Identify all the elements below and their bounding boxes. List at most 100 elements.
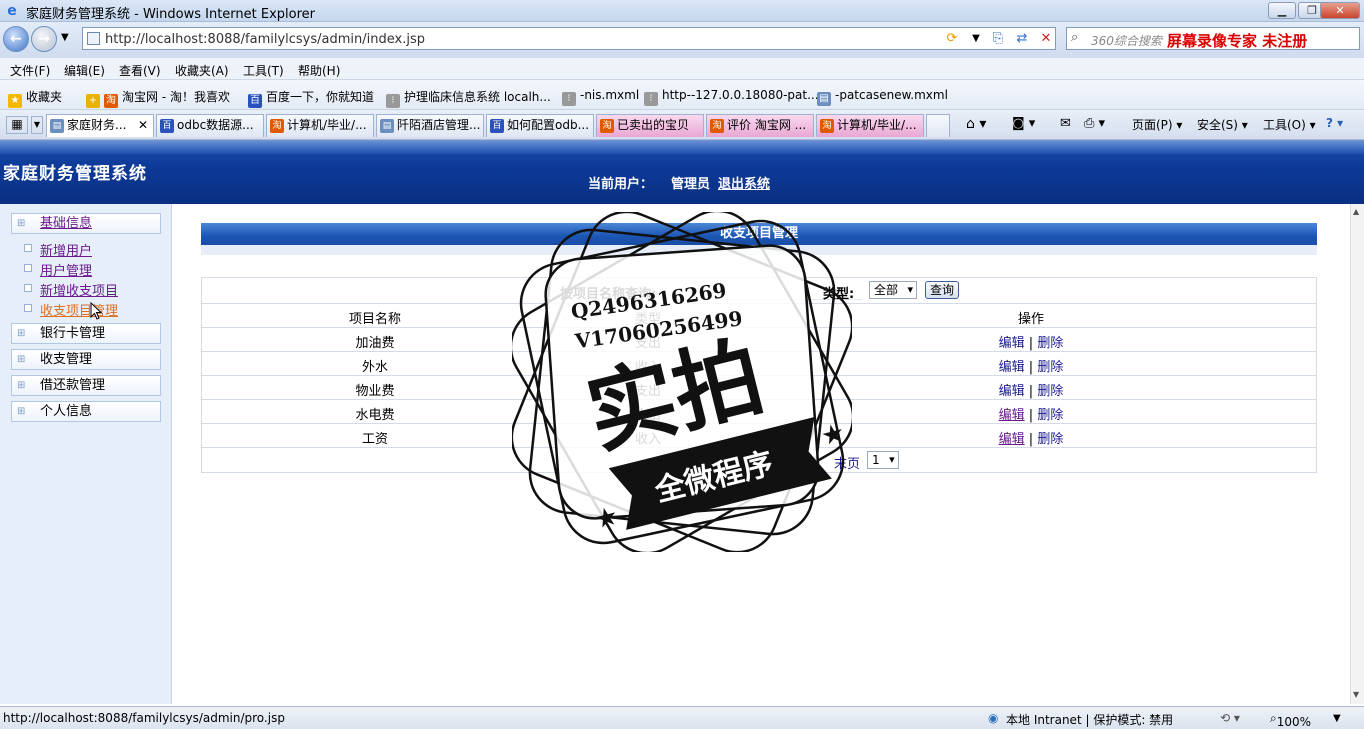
page-select[interactable]: 1 bbox=[867, 451, 899, 469]
help-icon[interactable]: ? ▾ bbox=[1326, 116, 1343, 130]
vertical-scrollbar[interactable]: ▲ ▼ bbox=[1350, 204, 1364, 704]
logout-link[interactable]: 退出系统 bbox=[718, 173, 770, 192]
tab-review[interactable]: 淘评价 淘宝网 ... bbox=[706, 114, 814, 137]
scroll-up-icon[interactable]: ▲ bbox=[1353, 207, 1359, 216]
tab-list-dropdown-icon[interactable]: ▼ bbox=[31, 116, 43, 134]
sidebar-item-add-project[interactable]: 新增收支项目 bbox=[24, 280, 118, 299]
favorites-button[interactable]: ★ 收藏夹 bbox=[8, 88, 62, 108]
tab-computer[interactable]: 淘计算机/毕业/... bbox=[266, 114, 374, 137]
minimize-button[interactable]: ▁ bbox=[1268, 2, 1296, 19]
status-bar: http://localhost:8088/familylcsys/admin/… bbox=[0, 706, 1364, 729]
query-button[interactable]: 查询 bbox=[925, 281, 960, 299]
project-table: 按项目名称查询: 类型: 全部 查询 项目名称 类型 操作 加油费 支出 编辑 … bbox=[201, 277, 1317, 473]
stop-icon[interactable]: ✕ bbox=[1037, 30, 1055, 48]
action-separator: | bbox=[1028, 336, 1034, 351]
safety-menu[interactable]: 安全(S) ▾ bbox=[1197, 116, 1248, 133]
tree-leaf-icon bbox=[24, 304, 32, 312]
menu-tools[interactable]: 工具(T) bbox=[243, 62, 284, 79]
search-placeholder: 360综合搜索 bbox=[1091, 34, 1162, 48]
close-window-button[interactable]: ✕ bbox=[1320, 2, 1360, 19]
new-tab-button[interactable] bbox=[926, 114, 950, 137]
menu-edit[interactable]: 编辑(E) bbox=[64, 62, 105, 79]
tab-hotel[interactable]: ▤ 阡陌酒店管理... bbox=[376, 114, 484, 137]
menu-view[interactable]: 查看(V) bbox=[119, 62, 161, 79]
history-dropdown-icon[interactable]: ▼ bbox=[61, 32, 69, 43]
sidebar-group-personal[interactable]: ⊞ 个人信息 bbox=[11, 401, 161, 422]
menu-file[interactable]: 文件(F) bbox=[10, 62, 50, 79]
address-dropdown-icon[interactable]: ▼ bbox=[967, 30, 985, 48]
sidebar-item-add-user[interactable]: 新增用户 bbox=[24, 240, 92, 259]
rss-icon[interactable]: ⎘ bbox=[989, 30, 1007, 48]
forward-button[interactable]: → bbox=[31, 26, 57, 52]
zoom-dropdown-icon[interactable]: ▼ bbox=[1333, 713, 1341, 724]
back-button[interactable]: ← bbox=[3, 26, 29, 52]
search-box[interactable]: ⌕ 360综合搜索 屏幕录像专家 未注册 bbox=[1066, 27, 1360, 50]
fav-item-nursing[interactable]: ⁝ 护理临床信息系统 localh... bbox=[386, 88, 551, 108]
table-header-row: 项目名称 类型 操作 bbox=[202, 304, 1316, 328]
close-tab-icon[interactable]: ✕ bbox=[138, 115, 148, 136]
delete-link[interactable]: 删除 bbox=[1037, 432, 1063, 447]
column-header-actions: 操作 bbox=[1017, 312, 1044, 327]
cell-actions: 编辑 | 删除 bbox=[748, 428, 1314, 447]
menu-help[interactable]: 帮助(H) bbox=[298, 62, 340, 79]
edit-link[interactable]: 编辑 bbox=[999, 384, 1025, 399]
fav-item-http[interactable]: ⁝ http--127.0.0.18080-pat... bbox=[644, 88, 819, 106]
search-label: 按项目名称查询: bbox=[560, 287, 657, 302]
delete-link[interactable]: 删除 bbox=[1037, 408, 1063, 423]
table-row: 物业费 支出 编辑 | 删除 bbox=[202, 376, 1316, 400]
address-toolbar: ← → ▼ http://localhost:8088/familylcsys/… bbox=[0, 22, 1364, 58]
sidebar bbox=[0, 204, 172, 704]
compat-icon[interactable]: ⟳ bbox=[943, 30, 961, 48]
taobao-icon: 淘 bbox=[820, 119, 834, 133]
home-icon[interactable]: ⌂ ▾ bbox=[966, 116, 986, 132]
scroll-down-icon[interactable]: ▼ bbox=[1353, 690, 1359, 699]
sidebar-group-bank-card[interactable]: ⊞ 银行卡管理 bbox=[11, 323, 161, 344]
sidebar-item-user-manage[interactable]: 用户管理 bbox=[24, 260, 92, 279]
current-user-name: 管理员 bbox=[671, 177, 711, 192]
address-bar[interactable]: http://localhost:8088/familylcsys/admin/… bbox=[82, 27, 1056, 50]
fav-item-baidu[interactable]: 百百度一下，你就知道 bbox=[248, 88, 374, 108]
mouse-cursor-icon bbox=[90, 302, 103, 320]
delete-link[interactable]: 删除 bbox=[1037, 336, 1063, 351]
mail-icon[interactable]: ✉ bbox=[1060, 116, 1071, 131]
quick-tabs-icon[interactable]: ▦ bbox=[6, 116, 28, 134]
tab-sold[interactable]: 淘已卖出的宝贝 bbox=[596, 114, 704, 137]
refresh-icon[interactable]: ⇄ bbox=[1013, 30, 1031, 48]
tree-node-icon: ⊞ bbox=[17, 328, 26, 339]
tree-node-icon: ⊞ bbox=[17, 218, 26, 229]
feeds-icon[interactable]: ◙ ▾ bbox=[1012, 116, 1035, 131]
delete-link[interactable]: 删除 bbox=[1037, 384, 1063, 399]
fav-item-taobao[interactable]: + 淘淘宝网 - 淘！我喜欢 bbox=[86, 88, 230, 108]
protected-mode-icon[interactable]: ⟲ ▾ bbox=[1220, 711, 1240, 725]
fav-item-patcase[interactable]: ▤ -patcasenew.mxml bbox=[817, 88, 948, 106]
edit-link[interactable]: 编辑 bbox=[999, 408, 1025, 423]
print-icon[interactable]: ⎙ ▾ bbox=[1084, 116, 1105, 131]
tab-odbc[interactable]: 百 odbc数据源... bbox=[156, 114, 264, 137]
tab-odbc-config[interactable]: 百如何配置odb... bbox=[486, 114, 594, 137]
edit-link[interactable]: 编辑 bbox=[999, 336, 1025, 351]
type-select[interactable]: 全部 bbox=[869, 281, 918, 299]
fav-item-nis[interactable]: ⁝ -nis.mxml bbox=[562, 88, 639, 106]
pager-row: 下页 末页 1 bbox=[202, 448, 1316, 472]
tab-computer-2[interactable]: 淘计算机/毕业/... bbox=[816, 114, 924, 137]
edit-link[interactable]: 编辑 bbox=[999, 432, 1025, 447]
delete-link[interactable]: 删除 bbox=[1037, 360, 1063, 375]
last-page-link[interactable]: 末页 bbox=[834, 453, 860, 472]
sidebar-group-loans[interactable]: ⊞ 借还款管理 bbox=[11, 375, 161, 396]
zoom-level[interactable]: ⌕ 100% bbox=[1270, 711, 1311, 729]
tab-current[interactable]: ▤ 家庭财务... ✕ bbox=[46, 114, 154, 137]
tools-menu[interactable]: 工具(O) ▾ bbox=[1263, 116, 1316, 133]
menu-favorites[interactable]: 收藏夹(A) bbox=[175, 62, 229, 79]
sidebar-group-income-expense[interactable]: ⊞ 收支管理 bbox=[11, 349, 161, 370]
intranet-icon: ◉ bbox=[988, 711, 999, 725]
baidu-icon: 百 bbox=[490, 119, 504, 133]
address-url[interactable]: http://localhost:8088/familylcsys/admin/… bbox=[105, 32, 425, 47]
edit-link[interactable]: 编辑 bbox=[999, 360, 1025, 375]
page-menu[interactable]: 页面(P) ▾ bbox=[1132, 116, 1182, 133]
next-page-link[interactable]: 下页 bbox=[793, 453, 819, 472]
page-icon: ▤ bbox=[380, 119, 394, 133]
cell-name: 物业费 bbox=[355, 384, 395, 399]
cell-type: 支出 bbox=[634, 408, 661, 423]
sidebar-group-basic-info[interactable]: ⊞ 基础信息 bbox=[11, 213, 161, 234]
search-icon: ⌕ bbox=[1071, 30, 1079, 45]
